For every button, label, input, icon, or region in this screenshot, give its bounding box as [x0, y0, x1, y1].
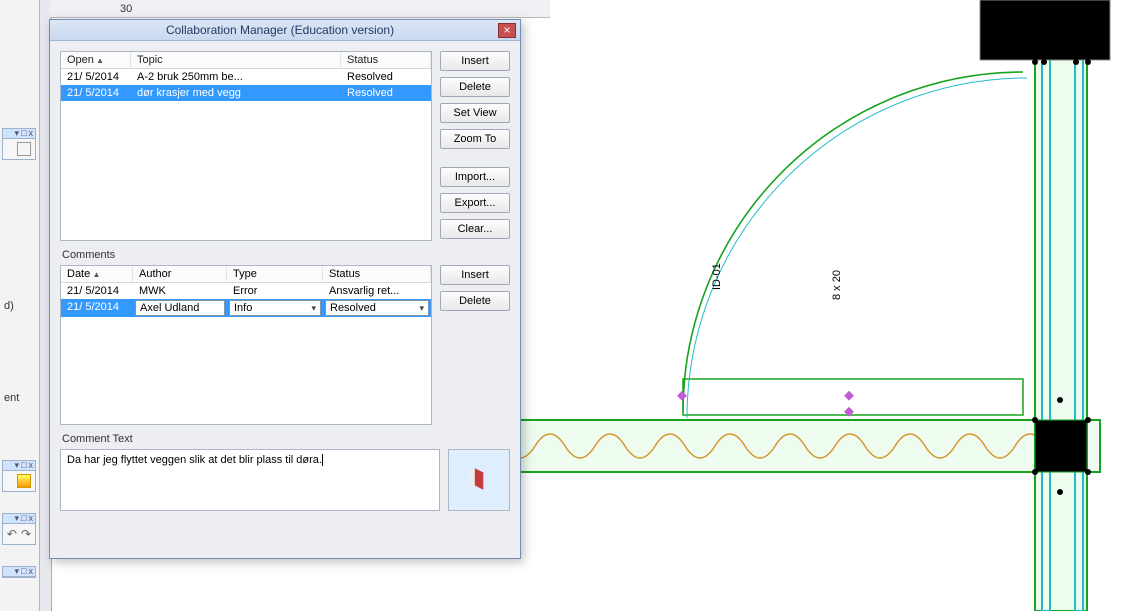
topic-row[interactable]: 21/ 5/2014 A-2 bruk 250mm be... Resolved — [61, 69, 431, 85]
status-select[interactable]: Resolved▾ — [325, 300, 429, 316]
comments-label: Comments — [62, 249, 510, 261]
chevron-down-icon: ▾ — [419, 303, 424, 314]
close-icon[interactable]: × — [498, 23, 516, 38]
topic-row[interactable]: 21/ 5/2014 dør krasjer med vegg Resolved — [61, 85, 431, 101]
dialog-titlebar[interactable]: Collaboration Manager (Education version… — [50, 20, 520, 41]
text-fragment: d) — [4, 300, 14, 312]
column-header-status[interactable]: Status — [323, 266, 431, 282]
comment-thumbnail[interactable] — [448, 449, 510, 511]
column-header-author[interactable]: Author — [133, 266, 227, 282]
column-header-open[interactable]: Open — [61, 52, 131, 68]
comment-text-label: Comment Text — [62, 433, 510, 445]
app-left-strip: ▾□x d) ent ▾□x ▾□x ↶↷ ▾□x — [0, 0, 40, 611]
panel-icon[interactable] — [17, 142, 31, 156]
chevron-down-icon: ▾ — [311, 303, 316, 314]
delete-button[interactable]: Delete — [440, 77, 510, 97]
comment-row[interactable]: 21/ 5/2014 Axel Udland Info▾ — [61, 299, 431, 317]
comment-textarea[interactable]: Da har jeg flyttet veggen slik at det bl… — [60, 449, 440, 511]
comments-list[interactable]: Date Author Type Status 21/ 5/2014 MWK E… — [60, 265, 432, 425]
export-button[interactable]: Export... — [440, 193, 510, 213]
comment-insert-button[interactable]: Insert — [440, 265, 510, 285]
column-header-topic[interactable]: Topic — [131, 52, 341, 68]
door-swing — [677, 72, 1027, 418]
wall-top-detail — [980, 0, 1110, 60]
column-header-status[interactable]: Status — [341, 52, 431, 68]
ruler-horizontal: 30 — [50, 0, 550, 18]
mini-panel-head[interactable]: ▾□x — [3, 514, 35, 524]
highlight-icon[interactable] — [17, 474, 31, 488]
insert-button[interactable]: Insert — [440, 51, 510, 71]
door-tag: ID-01 — [711, 263, 723, 290]
door-size: 8 x 20 — [831, 270, 843, 300]
topics-list[interactable]: Open Topic Status 21/ 5/2014 A-2 bruk 25… — [60, 51, 432, 241]
dialog-title: Collaboration Manager (Education version… — [62, 23, 498, 37]
wall-vertical — [1035, 0, 1087, 611]
mini-panel-head[interactable]: ▾□x — [3, 129, 35, 139]
zoom-to-button[interactable]: Zoom To — [440, 129, 510, 149]
collaboration-manager-dialog: Collaboration Manager (Education version… — [49, 19, 521, 559]
type-select[interactable]: Info▾ — [229, 300, 321, 316]
mini-panel-head[interactable]: ▾□x — [3, 461, 35, 471]
comment-delete-button[interactable]: Delete — [440, 291, 510, 311]
wall-corner — [1035, 420, 1087, 472]
import-button[interactable]: Import... — [440, 167, 510, 187]
mini-panel-head[interactable]: ▾□x — [3, 567, 35, 577]
author-select[interactable]: Axel Udland — [135, 300, 225, 316]
set-view-button[interactable]: Set View — [440, 103, 510, 123]
column-header-date[interactable]: Date — [61, 266, 133, 282]
text-fragment: ent — [4, 392, 19, 404]
column-header-type[interactable]: Type — [227, 266, 323, 282]
comment-row[interactable]: 21/ 5/2014 MWK Error Ansvarlig ret... — [61, 283, 431, 299]
clear-button[interactable]: Clear... — [440, 219, 510, 239]
